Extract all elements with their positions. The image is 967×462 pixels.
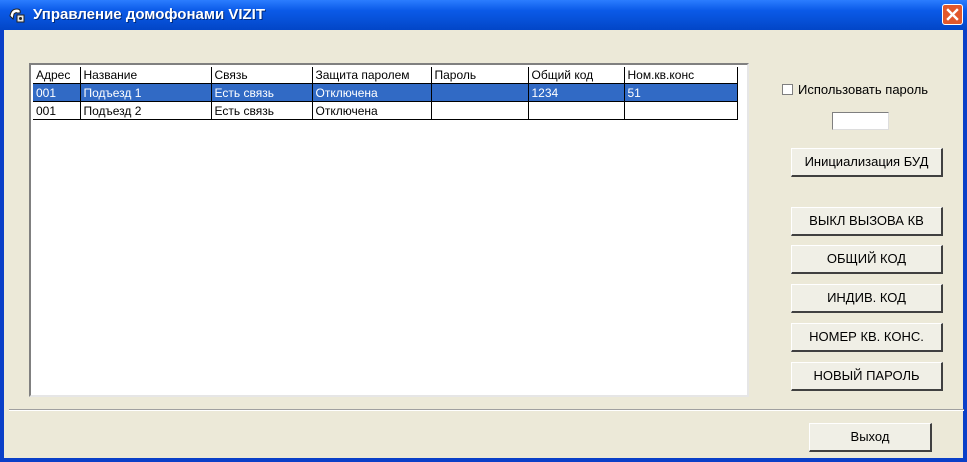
use-password-label[interactable]: Использовать пароль bbox=[798, 82, 928, 97]
intercom-app-icon bbox=[9, 8, 25, 23]
table-header: Адрес Название Связь Защита паролем Паро… bbox=[33, 67, 738, 84]
cell-address: 001 bbox=[33, 101, 81, 120]
exit-button[interactable]: Выход bbox=[809, 423, 932, 452]
column-header-password-protection[interactable]: Защита паролем bbox=[312, 67, 432, 84]
main-window: Управление домофонами VIZIT Адрес Назван… bbox=[0, 0, 967, 462]
column-header-common-code[interactable]: Общий код bbox=[528, 67, 625, 84]
cell-connection: Есть связь bbox=[211, 83, 313, 102]
concierge-apartment-button[interactable]: НОМЕР КВ. КОНС. bbox=[791, 323, 943, 352]
cell-password-protection: Отключена bbox=[312, 83, 432, 102]
close-icon bbox=[946, 8, 959, 21]
individual-code-button[interactable]: ИНДИВ. КОД bbox=[791, 284, 943, 313]
column-header-concierge-apt[interactable]: Ном.кв.конс bbox=[624, 67, 738, 84]
column-header-password[interactable]: Пароль bbox=[431, 67, 529, 84]
table-row[interactable]: 001 Подъезд 1 Есть связь Отключена 1234 … bbox=[33, 83, 738, 102]
table-row[interactable]: 001 Подъезд 2 Есть связь Отключена bbox=[33, 101, 738, 120]
cell-concierge-apt: 51 bbox=[624, 83, 738, 102]
cell-concierge-apt bbox=[624, 101, 738, 120]
call-off-button[interactable]: ВЫКЛ ВЫЗОВА КВ bbox=[791, 207, 943, 236]
password-input[interactable] bbox=[832, 112, 889, 130]
close-button[interactable] bbox=[942, 4, 963, 25]
use-password-checkbox[interactable] bbox=[782, 84, 793, 95]
domofon-table[interactable]: Адрес Название Связь Защита паролем Паро… bbox=[29, 63, 749, 397]
cell-password bbox=[431, 83, 529, 102]
window-title: Управление домофонами VIZIT bbox=[33, 6, 266, 23]
divider bbox=[9, 409, 964, 411]
init-bud-button[interactable]: Инициализация БУД bbox=[791, 148, 943, 177]
cell-address: 001 bbox=[33, 83, 81, 102]
cell-common-code: 1234 bbox=[528, 83, 625, 102]
common-code-button[interactable]: ОБЩИЙ КОД bbox=[791, 245, 943, 274]
cell-password-protection: Отключена bbox=[312, 101, 432, 120]
cell-name: Подъезд 1 bbox=[80, 83, 212, 102]
new-password-button[interactable]: НОВЫЙ ПАРОЛЬ bbox=[791, 362, 943, 391]
cell-password bbox=[431, 101, 529, 120]
cell-connection: Есть связь bbox=[211, 101, 313, 120]
cell-name: Подъезд 2 bbox=[80, 101, 212, 120]
column-header-name[interactable]: Название bbox=[80, 67, 212, 84]
cell-common-code bbox=[528, 101, 625, 120]
column-header-connection[interactable]: Связь bbox=[211, 67, 313, 84]
title-bar[interactable]: Управление домофонами VIZIT bbox=[0, 0, 967, 30]
column-header-address[interactable]: Адрес bbox=[33, 67, 81, 84]
